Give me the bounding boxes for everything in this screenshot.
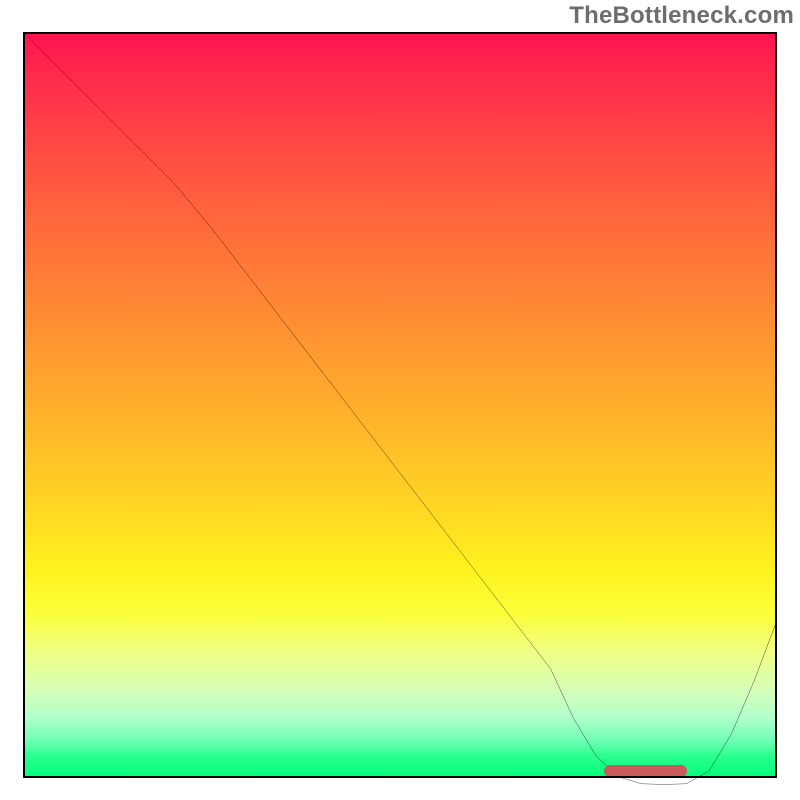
curve-path: [23, 32, 777, 784]
bottleneck-curve: [23, 32, 777, 786]
watermark-text: TheBottleneck.com: [569, 2, 794, 30]
plot-area: [23, 32, 777, 778]
chart-stage: TheBottleneck.com: [0, 0, 800, 800]
optimal-range-marker: [604, 765, 687, 777]
